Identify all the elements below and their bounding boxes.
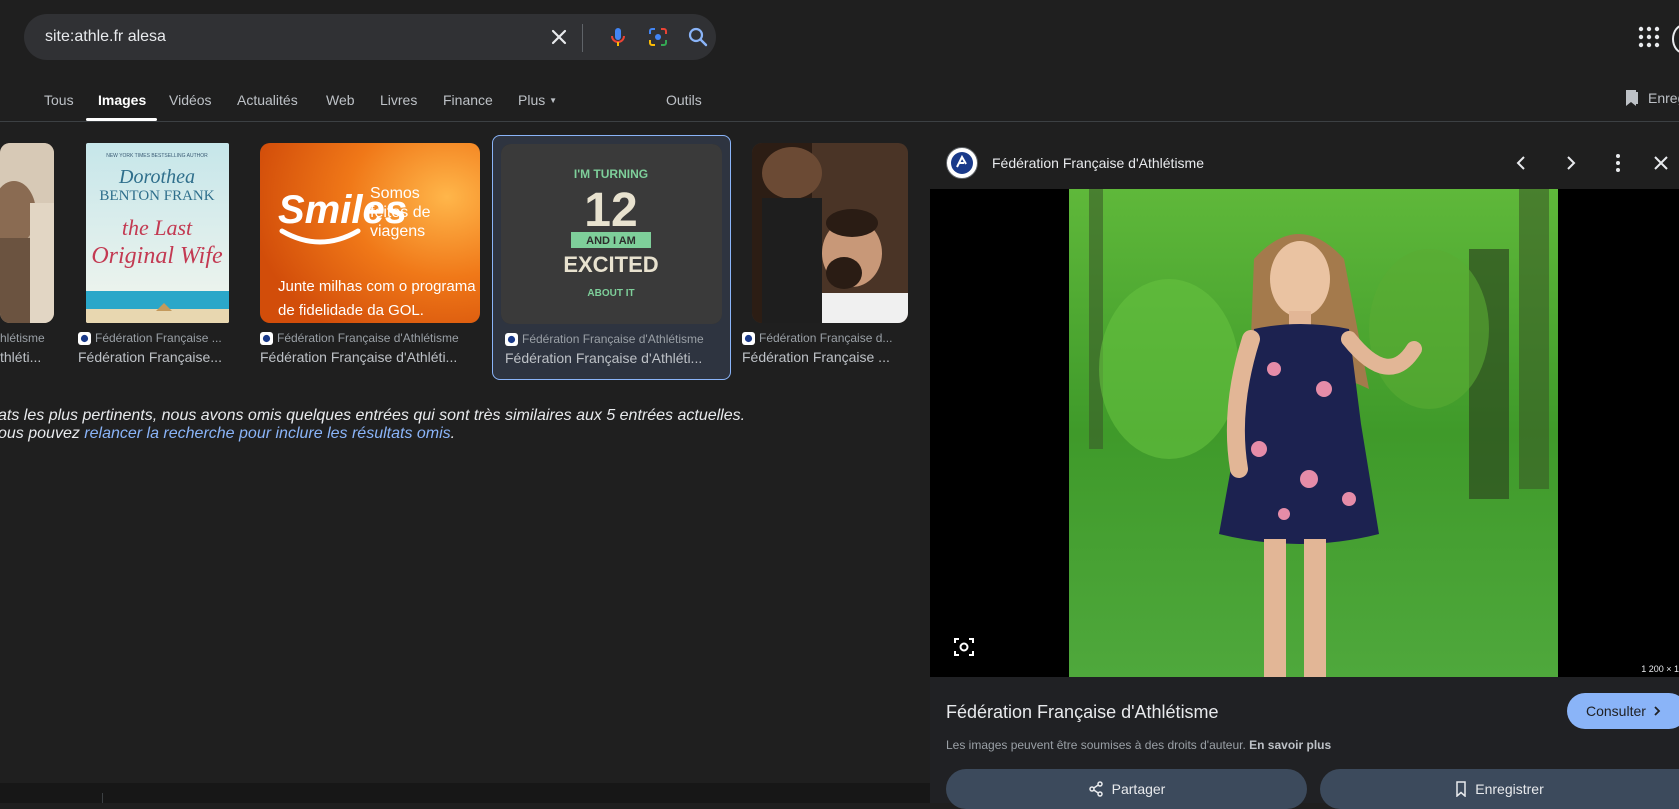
close-icon[interactable] <box>1649 151 1673 175</box>
copyright-notice: Les images peuvent être soumises à des d… <box>946 738 1332 752</box>
result-title: Fédération Française d'Athléti... <box>260 349 458 365</box>
result-thumbnail <box>0 143 54 323</box>
footer-divider <box>102 793 103 803</box>
result-thumbnail <box>752 143 908 323</box>
more-options-icon[interactable] <box>1606 151 1630 175</box>
image-dimensions: 1 200 × 1 <box>1641 664 1679 674</box>
book-author-last: BENTON FRANK <box>99 188 214 204</box>
tshirt-line-4: ABOUT IT <box>587 288 634 299</box>
result-title: thléti... <box>0 349 42 365</box>
preview-image-frame: 1 200 × 1 <box>930 189 1679 677</box>
search-bar <box>24 14 716 60</box>
share-icon <box>1088 781 1104 797</box>
next-image-icon[interactable] <box>1558 151 1582 175</box>
result-title: Fédération Française... <box>78 349 222 365</box>
result-card[interactable]: Fédération Française d... Fédération Fra… <box>742 143 908 373</box>
tab-plus-label: Plus <box>518 92 546 108</box>
book-author-first: Dorothea <box>118 166 195 188</box>
result-thumbnail: I'M TURNING 12 AND I AM EXCITED ABOUT IT <box>501 144 722 324</box>
learn-more-link[interactable]: En savoir plus <box>1249 738 1331 752</box>
tab-plus[interactable]: Plus ▼ <box>518 92 557 108</box>
preview-site-name[interactable]: Fédération Française d'Athlétisme <box>992 155 1204 171</box>
result-source: Fédération Française ... <box>78 331 232 345</box>
tshirt-line-2: AND I AM <box>586 235 636 247</box>
tab-tous[interactable]: Tous <box>44 92 74 108</box>
tshirt-line-1: I'M TURNING <box>574 167 648 181</box>
preview-header: Fédération Française d'Athlétisme <box>930 137 1679 189</box>
book-title-2: Original Wife <box>91 243 223 269</box>
search-tabs: Tous Images Vidéos Actualités Web Livres… <box>0 88 760 122</box>
smiles-tagline-1: Somos <box>370 185 420 202</box>
share-button[interactable]: Partager <box>946 769 1307 809</box>
smiles-line-2: de fidelidade da GOL. <box>278 302 424 319</box>
visit-button[interactable]: Consulter <box>1567 693 1679 729</box>
tab-livres[interactable]: Livres <box>380 92 417 108</box>
lens-icon[interactable] <box>646 25 670 49</box>
bookmark-icon <box>1624 89 1640 107</box>
tab-videos[interactable]: Vidéos <box>169 92 212 108</box>
result-source: Fédération Française d'Athlétisme <box>505 332 726 346</box>
result-source: hlétisme <box>0 331 45 345</box>
result-card[interactable]: NEW YORK TIMES BESTSELLING AUTHOR Doroth… <box>78 143 232 373</box>
result-title: Fédération Française d'Athléti... <box>505 350 703 366</box>
visual-search-icon[interactable] <box>952 635 976 659</box>
result-card[interactable]: hlétisme thléti... <box>0 143 54 373</box>
book-title-1: the Last <box>122 215 193 240</box>
result-card[interactable]: Smiles Somos feitos de viagens Junte mil… <box>260 143 482 373</box>
save-button[interactable]: Enregistrer <box>1320 769 1679 809</box>
site-logo-icon[interactable] <box>946 147 978 179</box>
preview-image[interactable] <box>1069 189 1558 677</box>
notice-line-2: ous pouvez relancer la recherche pour in… <box>0 425 456 442</box>
chevron-right-icon <box>1652 705 1662 717</box>
prev-image-icon[interactable] <box>1510 151 1534 175</box>
avatar[interactable] <box>1672 24 1679 54</box>
tshirt-line-3: EXCITED <box>563 252 658 277</box>
tools-button[interactable]: Outils <box>666 92 702 108</box>
header-divider <box>0 121 1679 122</box>
book-top-text: NEW YORK TIMES BESTSELLING AUTHOR <box>106 153 208 159</box>
microphone-icon[interactable] <box>606 25 630 49</box>
apps-grid-icon[interactable] <box>1638 26 1660 48</box>
smiles-line-1: Junte milhas com o programa <box>278 278 476 295</box>
smiles-tagline-3: viagens <box>370 223 425 240</box>
saved-label: Enreg <box>1648 90 1679 106</box>
clear-icon[interactable] <box>547 25 571 49</box>
rerun-search-link[interactable]: relancer la recherche pour inclure les r… <box>84 425 450 442</box>
result-thumbnail: NEW YORK TIMES BESTSELLING AUTHOR Doroth… <box>86 143 229 323</box>
result-title: Fédération Française ... <box>742 349 890 365</box>
caret-down-icon: ▼ <box>549 96 558 105</box>
ffa-favicon-icon <box>260 331 273 345</box>
bookmark-icon <box>1455 781 1467 797</box>
result-source: Fédération Française d'Athlétisme <box>260 331 482 345</box>
footer-bar <box>0 783 930 803</box>
tab-images[interactable]: Images <box>98 92 146 108</box>
tab-finance[interactable]: Finance <box>443 92 493 108</box>
omitted-results-notice: ats les plus pertinents, nous avons omis… <box>0 407 858 443</box>
tab-actualites[interactable]: Actualités <box>237 92 298 108</box>
search-icon[interactable] <box>686 25 710 49</box>
result-thumbnail: Smiles Somos feitos de viagens Junte mil… <box>260 143 480 323</box>
tab-web[interactable]: Web <box>326 92 355 108</box>
result-card-selected[interactable]: I'M TURNING 12 AND I AM EXCITED ABOUT IT… <box>492 135 731 380</box>
saved-button[interactable]: Enreg <box>1624 89 1679 107</box>
image-preview-panel: Fédération Française d'Athlétisme 1 200 … <box>930 137 1679 809</box>
preview-title[interactable]: Fédération Française d'Athlétisme <box>946 702 1219 723</box>
search-input[interactable] <box>45 27 465 47</box>
ffa-favicon-icon <box>742 331 755 345</box>
ffa-favicon-icon <box>505 332 518 346</box>
search-divider <box>582 24 583 52</box>
ffa-favicon-icon <box>78 331 91 345</box>
result-source: Fédération Française d... <box>742 331 908 345</box>
notice-line-1: ats les plus pertinents, nous avons omis… <box>0 407 746 424</box>
tshirt-number: 12 <box>584 184 637 237</box>
smiles-tagline-2: feitos de <box>370 204 431 221</box>
